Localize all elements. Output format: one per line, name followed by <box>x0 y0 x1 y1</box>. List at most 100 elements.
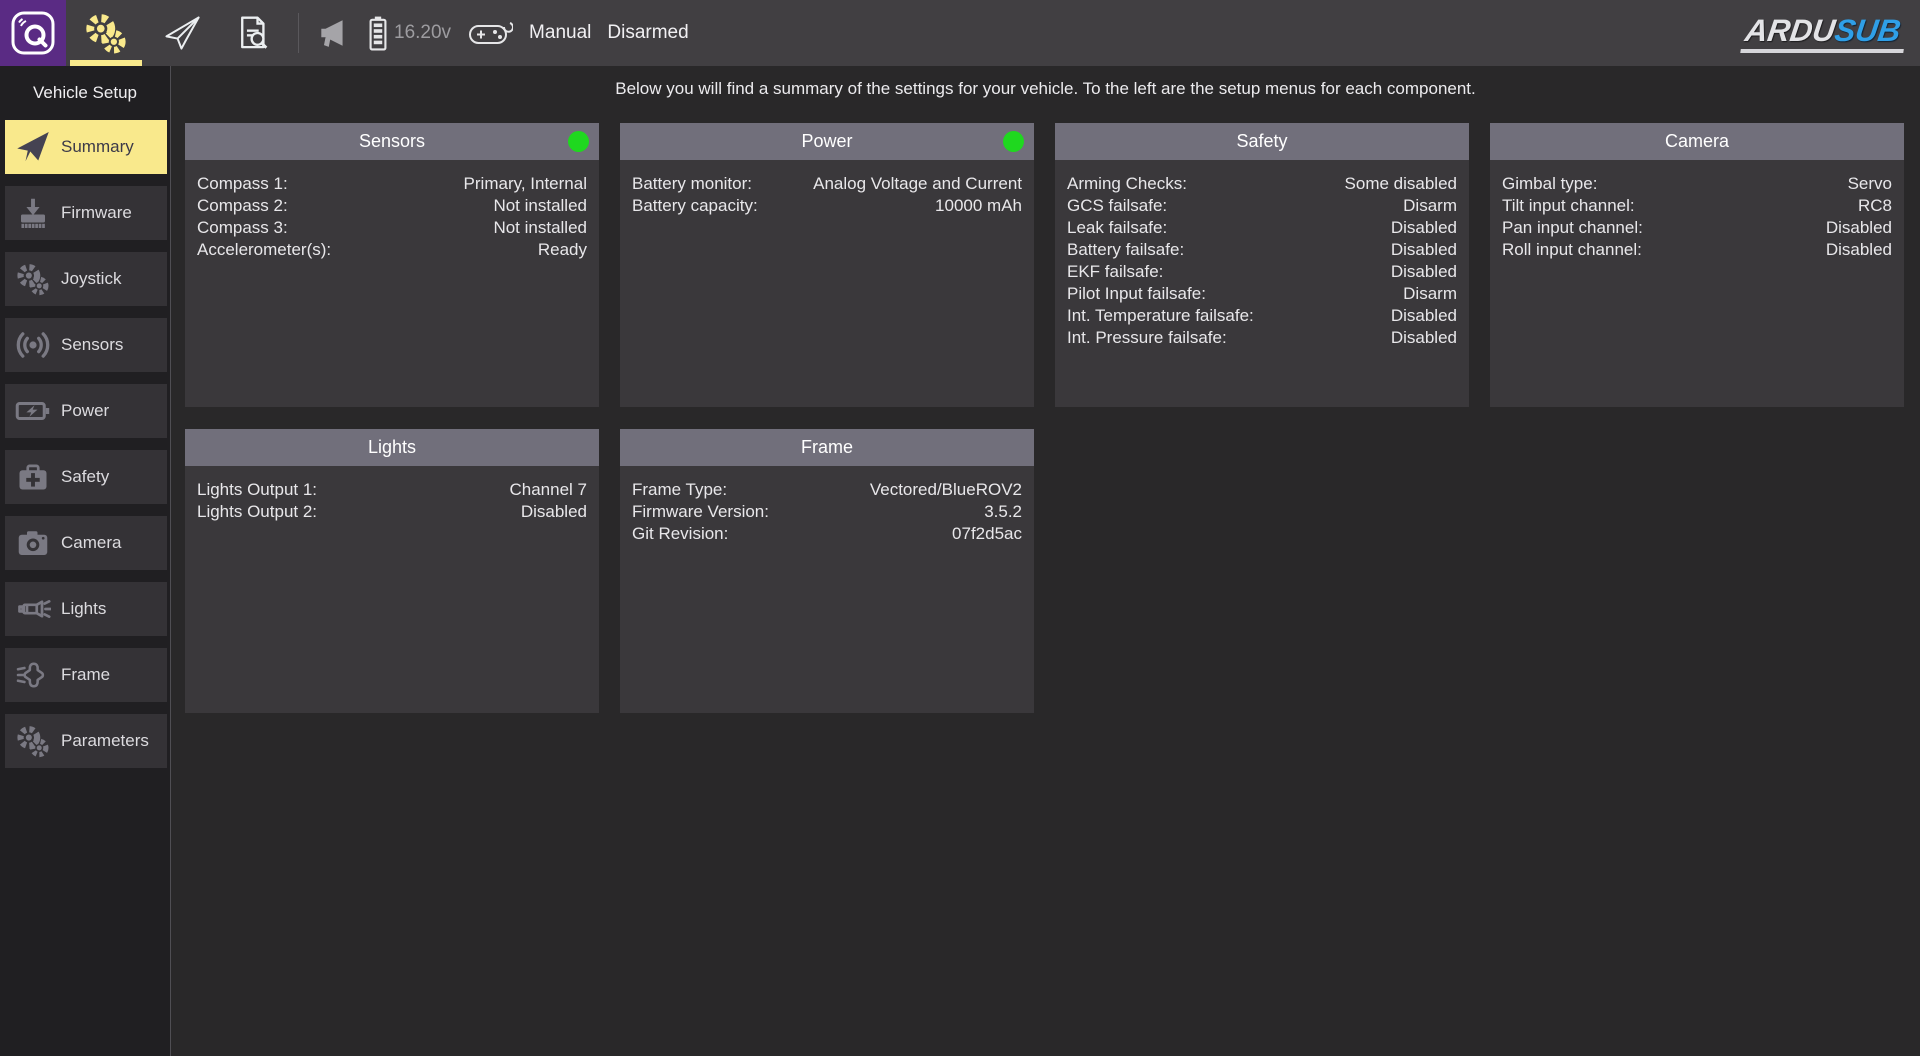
status-led <box>1003 131 1024 152</box>
row-value: 3.5.2 <box>984 501 1022 523</box>
row-label: Pan input channel: <box>1502 217 1643 239</box>
summary-row: Lights Output 2:Disabled <box>197 501 587 523</box>
row-value: Disabled <box>1391 305 1457 327</box>
row-value: Not installed <box>493 195 587 217</box>
sidebar-item-frame[interactable]: Frame <box>5 648 167 702</box>
card-title: Lights <box>368 437 416 458</box>
qgc-logo-button[interactable] <box>0 0 66 66</box>
joystick-indicator-button[interactable] <box>467 16 513 50</box>
summary-card-frame: Frame Frame Type:Vectored/BlueROV2 Firmw… <box>620 429 1034 713</box>
row-label: Gimbal type: <box>1502 173 1597 195</box>
summary-card-camera: Camera Gimbal type:Servo Tilt input chan… <box>1490 123 1904 407</box>
flight-mode-selector[interactable]: Manual <box>529 22 591 44</box>
row-value: Disabled <box>521 501 587 523</box>
row-value: RC8 <box>1858 195 1892 217</box>
row-label: GCS failsafe: <box>1067 195 1167 217</box>
summary-row: Compass 1: Primary, Internal <box>197 173 587 195</box>
vehicle-setup-sidebar: Vehicle Setup Summary <box>0 66 171 1056</box>
row-label: Int. Pressure failsafe: <box>1067 327 1227 349</box>
summary-row: Lights Output 1:Channel 7 <box>197 479 587 501</box>
qgc-logo-icon <box>9 9 57 57</box>
row-value: Disabled <box>1391 239 1457 261</box>
vehicle-messages-button[interactable] <box>315 16 351 50</box>
row-label: Compass 2: <box>197 195 288 217</box>
row-label: Int. Temperature failsafe: <box>1067 305 1254 327</box>
row-value: Disabled <box>1391 217 1457 239</box>
paper-plane-icon <box>161 13 203 53</box>
summary-cards-grid: Sensors Compass 1: Primary, Internal Comp… <box>185 123 1920 713</box>
row-label: EKF failsafe: <box>1067 261 1163 283</box>
sidebar-item-parameters[interactable]: Parameters <box>5 714 167 768</box>
toolbar-spacer <box>689 0 1743 66</box>
summary-row: Firmware Version:3.5.2 <box>632 501 1022 523</box>
summary-row: Git Revision:07f2d5ac <box>632 523 1022 545</box>
gears-icon <box>5 262 61 296</box>
summary-row: Int. Temperature failsafe: Disabled <box>1067 305 1457 327</box>
row-label: Battery capacity: <box>632 195 758 217</box>
sidebar-item-label: Lights <box>61 599 106 619</box>
summary-row: Pilot Input failsafe: Disarm <box>1067 283 1457 305</box>
row-value: Not installed <box>493 217 587 239</box>
frame-icon <box>5 657 61 693</box>
card-title: Sensors <box>359 131 425 152</box>
row-value: Servo <box>1848 173 1892 195</box>
summary-card-power: Power Battery monitor:Analog Voltage and… <box>620 123 1034 407</box>
vehicle-setup-toolbar-button[interactable] <box>66 0 146 66</box>
card-title: Safety <box>1236 131 1287 152</box>
row-value: Analog Voltage and Current <box>813 173 1022 195</box>
battery-voltage: 16.20v <box>394 22 451 44</box>
summary-row: Leak failsafe: Disabled <box>1067 217 1457 239</box>
row-value: Disabled <box>1826 239 1892 261</box>
summary-row: Battery failsafe: Disabled <box>1067 239 1457 261</box>
fly-view-toolbar-button[interactable] <box>146 0 218 66</box>
battery-indicator-button[interactable]: 16.20v <box>367 15 451 51</box>
sidebar-item-firmware[interactable]: Firmware <box>5 186 167 240</box>
sidebar-item-summary[interactable]: Summary <box>5 120 167 174</box>
summary-row: Roll input channel: Disabled <box>1502 239 1892 261</box>
ardusub-logo: ARDUSUB <box>1743 0 1906 66</box>
row-value: Disabled <box>1391 261 1457 283</box>
row-label: Leak failsafe: <box>1067 217 1167 239</box>
medkit-icon <box>5 459 61 495</box>
summary-card-lights: Lights Lights Output 1:Channel 7 Lights … <box>185 429 599 713</box>
sidebar-item-label: Safety <box>61 467 109 487</box>
row-label: Roll input channel: <box>1502 239 1642 261</box>
row-label: Tilt input channel: <box>1502 195 1635 217</box>
row-value: Ready <box>538 239 587 261</box>
sidebar-item-safety[interactable]: Safety <box>5 450 167 504</box>
summary-row: Arming Checks:Some disabled <box>1067 173 1457 195</box>
status-led <box>568 131 589 152</box>
row-label: Compass 1: <box>197 173 288 195</box>
row-label: Battery failsafe: <box>1067 239 1184 261</box>
row-label: Git Revision: <box>632 523 728 545</box>
flashlight-icon <box>5 591 61 627</box>
summary-card-sensors: Sensors Compass 1: Primary, Internal Comp… <box>185 123 599 407</box>
armed-state-selector[interactable]: Disarmed <box>607 22 688 44</box>
firmware-icon <box>5 195 61 231</box>
row-value: Primary, Internal <box>464 173 587 195</box>
summary-row: Frame Type:Vectored/BlueROV2 <box>632 479 1022 501</box>
ardusub-logo-sub: SUB <box>1833 13 1903 48</box>
toolbar-separator <box>298 13 299 53</box>
row-value: Disarm <box>1403 283 1457 305</box>
row-label: Pilot Input failsafe: <box>1067 283 1206 305</box>
main-area: Vehicle Setup Summary <box>0 66 1920 1056</box>
summary-content: Below you will find a summary of the set… <box>171 66 1920 1056</box>
row-label: Lights Output 1: <box>197 479 317 501</box>
sidebar-item-sensors[interactable]: Sensors <box>5 318 167 372</box>
sidebar-item-lights[interactable]: Lights <box>5 582 167 636</box>
sidebar-item-camera[interactable]: Camera <box>5 516 167 570</box>
summary-row: Compass 2: Not installed <box>197 195 587 217</box>
gears-icon <box>5 724 61 758</box>
plan-view-toolbar-button[interactable] <box>218 0 290 66</box>
sidebar-item-joystick[interactable]: Joystick <box>5 252 167 306</box>
sidebar-item-power[interactable]: Power <box>5 384 167 438</box>
sidebar-item-label: Sensors <box>61 335 123 355</box>
summary-row: Tilt input channel: RC8 <box>1502 195 1892 217</box>
sidebar-title: Vehicle Setup <box>0 66 170 120</box>
camera-icon <box>5 525 61 561</box>
sidebar-item-label: Parameters <box>61 731 149 751</box>
gears-setup-icon <box>83 12 129 54</box>
summary-row: Battery capacity:10000 mAh <box>632 195 1022 217</box>
row-value: Some disabled <box>1345 173 1457 195</box>
